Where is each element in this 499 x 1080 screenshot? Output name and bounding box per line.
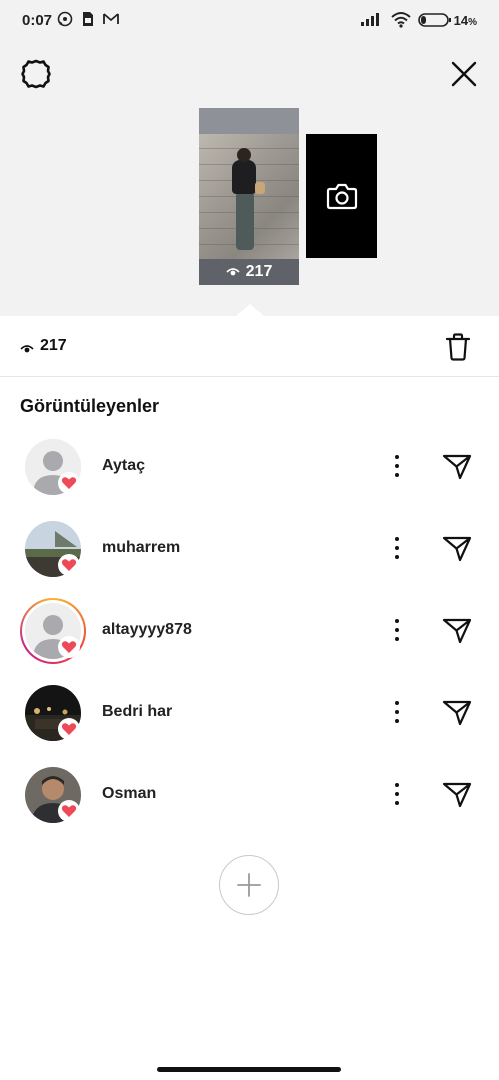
paper-plane-icon bbox=[442, 618, 472, 644]
view-count: 217 bbox=[40, 337, 67, 354]
gmail-icon bbox=[102, 11, 120, 32]
eye-icon bbox=[20, 341, 34, 359]
selection-pointer bbox=[236, 304, 264, 316]
signal-icon bbox=[360, 11, 384, 32]
send-message-button[interactable] bbox=[441, 614, 473, 646]
status-bar: 0:07 14% bbox=[0, 0, 499, 38]
viewer-name[interactable]: Osman bbox=[102, 785, 156, 803]
story-image bbox=[199, 134, 299, 259]
whatsapp-icon bbox=[57, 11, 73, 32]
paper-plane-icon bbox=[442, 454, 472, 480]
viewer-name[interactable]: Aytaç bbox=[102, 457, 145, 475]
heart-icon bbox=[58, 554, 80, 576]
avatar[interactable] bbox=[22, 436, 84, 498]
camera-icon bbox=[326, 183, 357, 210]
avatar[interactable] bbox=[22, 682, 84, 744]
heart-icon bbox=[58, 718, 80, 740]
viewer-row[interactable]: altayyyy878 bbox=[0, 588, 499, 670]
thumbnail-view-count: 217 bbox=[245, 263, 273, 280]
add-button[interactable] bbox=[219, 855, 279, 915]
heart-icon bbox=[58, 636, 80, 658]
viewer-name[interactable]: altayyyy878 bbox=[102, 621, 192, 639]
viewer-name[interactable]: Bedri har bbox=[102, 703, 172, 721]
avatar[interactable] bbox=[20, 598, 86, 664]
trash-icon bbox=[445, 333, 471, 361]
battery-percent: 14% bbox=[453, 13, 477, 28]
add-story-card[interactable] bbox=[306, 134, 377, 258]
send-message-button[interactable] bbox=[441, 778, 473, 810]
more-options-button[interactable] bbox=[388, 452, 406, 480]
close-icon bbox=[451, 61, 477, 87]
eye-icon bbox=[226, 268, 240, 276]
viewer-row[interactable]: Bedri har bbox=[0, 670, 499, 752]
wifi-icon bbox=[390, 11, 412, 33]
plus-icon bbox=[237, 873, 261, 897]
more-options-button[interactable] bbox=[388, 780, 406, 808]
settings-button[interactable] bbox=[20, 58, 52, 90]
heart-icon bbox=[58, 472, 80, 494]
viewers-title: Görüntüleyenler bbox=[20, 396, 160, 416]
more-options-button[interactable] bbox=[388, 534, 406, 562]
paper-plane-icon bbox=[442, 536, 472, 562]
send-message-button[interactable] bbox=[441, 450, 473, 482]
avatar[interactable] bbox=[22, 764, 84, 826]
battery-icon bbox=[418, 13, 452, 32]
send-message-button[interactable] bbox=[441, 532, 473, 564]
stats-bar: 217 bbox=[0, 316, 499, 377]
heart-icon bbox=[58, 800, 80, 822]
viewer-row[interactable]: Aytaç bbox=[0, 424, 499, 506]
send-message-button[interactable] bbox=[441, 696, 473, 728]
story-thumbnail[interactable]: 217 bbox=[199, 108, 299, 285]
sim-icon bbox=[82, 11, 94, 32]
avatar[interactable] bbox=[22, 518, 84, 580]
delete-button[interactable] bbox=[444, 332, 472, 362]
status-time: 0:07 bbox=[22, 12, 53, 29]
viewer-row[interactable]: Osman bbox=[0, 752, 499, 834]
story-preview-area: 217 bbox=[0, 38, 499, 316]
close-button[interactable] bbox=[449, 59, 479, 89]
more-options-button[interactable] bbox=[388, 698, 406, 726]
viewer-row[interactable]: muharrem bbox=[0, 506, 499, 588]
paper-plane-icon bbox=[442, 700, 472, 726]
more-options-button[interactable] bbox=[388, 616, 406, 644]
viewer-name[interactable]: muharrem bbox=[102, 539, 180, 557]
gear-icon bbox=[21, 59, 51, 89]
home-indicator[interactable] bbox=[157, 1067, 341, 1072]
paper-plane-icon bbox=[442, 782, 472, 808]
